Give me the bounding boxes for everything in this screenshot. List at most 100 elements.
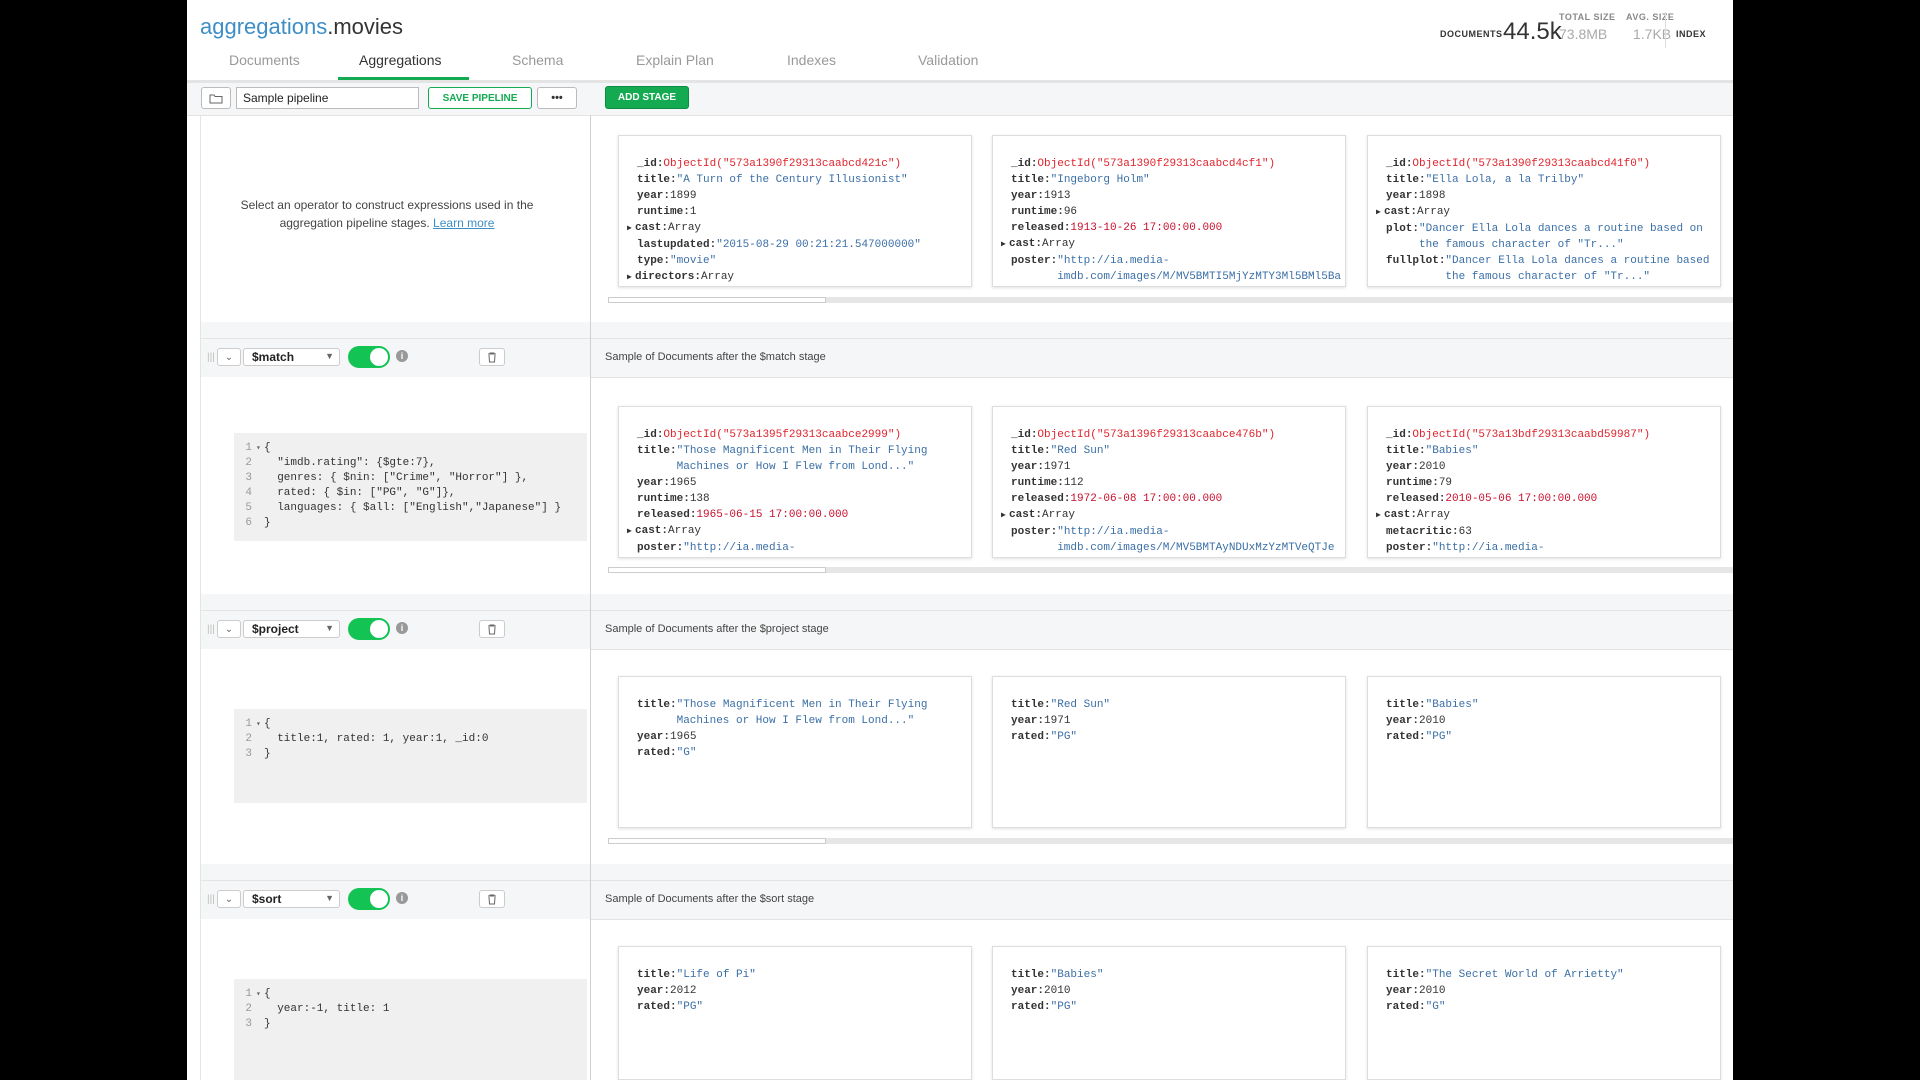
stage-separator: [201, 864, 1733, 880]
stage-sample-label: Sample of Documents after the $sort stag…: [605, 893, 815, 905]
fold-arrow-icon[interactable]: ▾: [256, 441, 264, 456]
document-field: title:"Red Sun": [1011, 443, 1345, 459]
field-value: Array: [1417, 509, 1451, 521]
field-key: rated: [1011, 1001, 1045, 1013]
document-card[interactable]: _id:ObjectId("573a13bdf29313caabd59987")…: [1367, 406, 1721, 558]
delete-stage-button[interactable]: [479, 620, 505, 638]
stage-code-editor[interactable]: 1 ▾{2 "imdb.rating": {$gte:7}, 3 genres: {…: [234, 433, 587, 541]
document-card[interactable]: _id:ObjectId("573a1390f29313caabcd421c")…: [618, 135, 972, 287]
field-key: poster: [1011, 526, 1051, 538]
save-pipeline-button[interactable]: SAVE PIPELINE: [428, 87, 532, 109]
trash-icon: [488, 624, 496, 634]
collapse-stage-button[interactable]: ⌄: [217, 890, 241, 908]
document-field: year:1898: [1386, 188, 1720, 204]
document-card[interactable]: _id:ObjectId("573a1395f29313caabce2999")…: [618, 406, 972, 558]
document-card[interactable]: _id:ObjectId("573a1390f29313caabcd41f0")…: [1367, 135, 1721, 287]
document-field: rated:"PG": [1011, 999, 1345, 1015]
scrollbar-thumb[interactable]: [608, 567, 826, 573]
field-key: year: [1011, 190, 1038, 202]
tab-validation[interactable]: Validation: [918, 52, 978, 68]
field-key: cast: [1384, 509, 1411, 521]
tab-documents[interactable]: Documents: [229, 52, 300, 68]
expand-arrow-icon[interactable]: ▶: [1376, 508, 1384, 524]
field-key: released: [637, 509, 690, 521]
expand-arrow-icon[interactable]: ▶: [627, 270, 635, 286]
field-separator: :: [1452, 526, 1459, 538]
expand-arrow-icon[interactable]: ▶: [627, 221, 635, 237]
field-value: 138: [689, 493, 710, 505]
stage-enabled-toggle[interactable]: [348, 888, 390, 910]
field-key: fullplot: [1386, 255, 1439, 267]
compass-window: aggregations.movies DOCUMENTS 44.5k TOTA…: [187, 0, 1733, 1080]
input-documents-panel: Select an operator to construct expressi…: [201, 116, 590, 322]
field-separator: :: [670, 174, 677, 186]
field-key: released: [1386, 493, 1439, 505]
field-value: 1913-10-26 17:00:00.000: [1070, 222, 1223, 234]
tab-aggregations[interactable]: Aggregations: [359, 52, 442, 68]
expand-arrow-icon[interactable]: ▶: [627, 524, 635, 540]
field-key: cast: [1009, 509, 1036, 521]
learn-more-link[interactable]: Learn more: [433, 216, 494, 230]
document-card[interactable]: title:"Those Magnificent Men in Their Fl…: [618, 676, 972, 828]
stage-separator: [201, 322, 1733, 338]
document-card[interactable]: title:"Babies" year:2010 rated:"PG": [1367, 676, 1721, 828]
stage-operator-select[interactable]: $sort ▼: [243, 890, 340, 908]
drag-handle-icon[interactable]: |||: [207, 352, 217, 364]
scrollbar-thumb[interactable]: [608, 838, 826, 844]
horizontal-scrollbar[interactable]: [608, 297, 1733, 303]
document-field: _id:ObjectId("573a1395f29313caabce2999"): [637, 427, 971, 443]
field-value: "Babies": [1425, 445, 1479, 457]
expand-arrow-icon[interactable]: ▶: [1376, 205, 1384, 221]
code-line: 3 genres: { $nin: ["Crime", "Horror"] },: [234, 471, 587, 486]
document-card[interactable]: title:"Red Sun" year:1971 rated:"PG": [992, 676, 1346, 828]
code-text: {: [264, 988, 271, 1000]
tab-indexes[interactable]: Indexes: [787, 52, 836, 68]
open-pipelines-button[interactable]: [201, 87, 231, 109]
fold-arrow-icon[interactable]: ▾: [256, 717, 264, 732]
scrollbar-thumb[interactable]: [608, 297, 826, 303]
expand-arrow-icon[interactable]: ▶: [1001, 508, 1009, 524]
drag-handle-icon[interactable]: |||: [207, 624, 217, 636]
horizontal-scrollbar[interactable]: [608, 567, 1733, 573]
tab-explain-plan[interactable]: Explain Plan: [636, 52, 714, 68]
document-field: title:"Ella Lola, a la Trilby": [1386, 172, 1720, 188]
stage-operator-select[interactable]: $match ▼: [243, 348, 340, 366]
collapse-stage-button[interactable]: ⌄: [217, 348, 241, 366]
operator-value: $sort: [252, 892, 282, 906]
field-key: cast: [1384, 206, 1411, 218]
info-icon[interactable]: i: [396, 350, 408, 362]
document-card[interactable]: title:"Babies" year:2010 rated:"PG": [992, 946, 1346, 1080]
document-field: ▶ cast:Array: [1376, 204, 1720, 221]
trash-icon: [488, 894, 496, 904]
horizontal-scrollbar[interactable]: [608, 838, 1733, 844]
fold-arrow-icon[interactable]: ▾: [256, 987, 264, 1002]
expand-arrow-icon[interactable]: ▶: [1001, 237, 1009, 253]
stage-operator-select[interactable]: $project ▼: [243, 620, 340, 638]
line-number: 2: [245, 1003, 252, 1015]
field-separator: :: [670, 699, 677, 711]
field-key: rated: [637, 1001, 671, 1013]
field-value: ObjectId("573a1390f29313caabcd41f0"): [1412, 158, 1651, 170]
document-card[interactable]: title:"Life of Pi" year:2012 rated:"PG": [618, 946, 972, 1080]
stage-enabled-toggle[interactable]: [348, 618, 390, 640]
stage-code-editor[interactable]: 1 ▾{2 year:-1, title: 1 3}: [234, 979, 587, 1080]
add-stage-button[interactable]: ADD STAGE: [605, 86, 689, 109]
field-value: 1913: [1044, 190, 1071, 202]
document-field: year:1971: [1011, 713, 1345, 729]
document-card[interactable]: _id:ObjectId("573a1396f29313caabce476b")…: [992, 406, 1346, 558]
document-card[interactable]: title:"The Secret World of Arrietty" year…: [1367, 946, 1721, 1080]
tab-schema[interactable]: Schema: [512, 52, 563, 68]
stage-code-editor[interactable]: 1 ▾{2 title:1, rated: 1, year:1, _id:0 3}: [234, 709, 587, 803]
stage-enabled-toggle[interactable]: [348, 346, 390, 368]
collapse-stage-button[interactable]: ⌄: [217, 620, 241, 638]
field-separator: :: [1419, 731, 1426, 743]
document-card[interactable]: _id:ObjectId("573a1390f29313caabcd4cf1")…: [992, 135, 1346, 287]
pipeline-name-input[interactable]: [236, 87, 419, 109]
info-icon[interactable]: i: [396, 892, 408, 904]
info-icon[interactable]: i: [396, 622, 408, 634]
document-field: year:1965: [637, 475, 971, 491]
delete-stage-button[interactable]: [479, 348, 505, 366]
delete-stage-button[interactable]: [479, 890, 505, 908]
drag-handle-icon[interactable]: |||: [207, 894, 217, 906]
more-options-button[interactable]: •••: [537, 87, 577, 109]
